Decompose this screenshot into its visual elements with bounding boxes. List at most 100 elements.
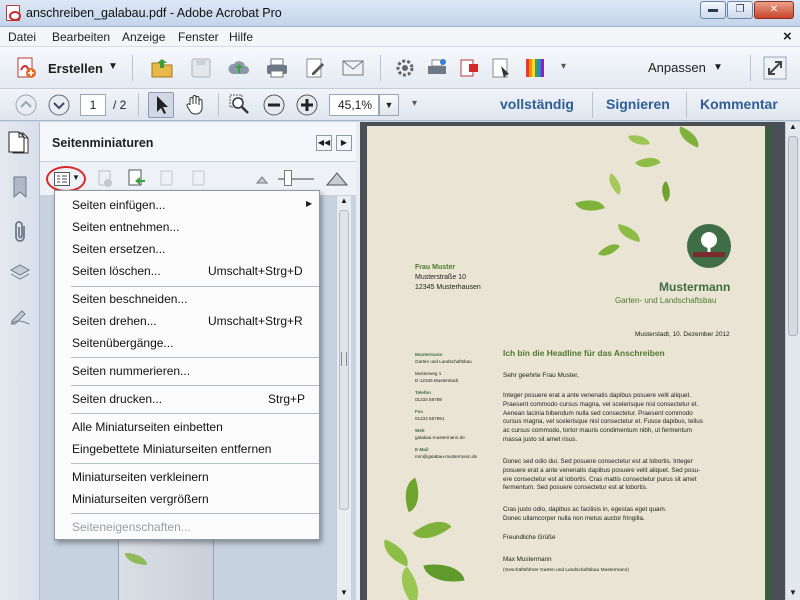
marquee-zoom-icon[interactable] (228, 93, 252, 117)
create-button[interactable]: Erstellen ▼ (12, 55, 122, 81)
chevron-down-icon[interactable]: ▼ (713, 62, 723, 73)
zoom-input[interactable]: 45,1% (329, 94, 379, 116)
rotate-right-icon[interactable] (190, 170, 208, 188)
zoom-out-icon[interactable] (262, 93, 286, 117)
menu-item-print-pages[interactable]: Seiten drucken... Strg+P (56, 388, 318, 410)
leaf-decoration (398, 477, 426, 513)
cursor-arrow-icon (157, 96, 168, 114)
save-icon[interactable] (189, 56, 213, 80)
hand-tool-icon[interactable] (183, 93, 207, 117)
tel-label: Telefon (415, 390, 431, 395)
menu-item-rotate-pages[interactable]: Seiten drehen... Umschalt+Strg+R (56, 310, 318, 332)
delete-pages-icon[interactable] (96, 170, 114, 188)
print-icon[interactable] (265, 56, 289, 80)
redact-icon[interactable] (489, 56, 513, 80)
zoom-in-icon[interactable] (295, 93, 319, 117)
signatures-icon[interactable] (9, 304, 31, 326)
menu-item-embed-thumbnails[interactable]: Alle Miniaturseiten einbetten (56, 416, 318, 438)
comment-pane-link[interactable]: Kommentar (700, 96, 778, 112)
customize-button[interactable]: Anpassen (648, 60, 706, 75)
menu-item-extract-pages[interactable]: Seiten entnehmen... (56, 216, 318, 238)
menu-bearbeiten[interactable]: Bearbeiten (52, 30, 110, 44)
fax-label: Fax (415, 409, 423, 414)
navigation-strip (0, 122, 40, 600)
leaf-decoration (378, 539, 414, 567)
date-line: Musterstadt, 10. Dezember 2012 (635, 331, 730, 338)
slider-handle[interactable] (284, 170, 292, 186)
full-mode-link[interactable]: vollständig (500, 96, 574, 112)
zoom-dropdown-button[interactable]: ▼ (379, 94, 399, 116)
previous-page-icon[interactable] (14, 93, 38, 117)
menu-hilfe[interactable]: Hilfe (229, 30, 253, 44)
toolbar-overflow-icon[interactable]: ▾ (412, 98, 417, 109)
menu-item-number-pages[interactable]: Seiten nummerieren... (56, 360, 318, 382)
collapse-panel-button[interactable]: ◀◀ (316, 135, 332, 151)
chevron-right-icon: ▶ (340, 138, 348, 147)
menu-fenster[interactable]: Fenster (178, 30, 219, 44)
navigation-toolbar: 1 / 2 45,1% ▼ ▾ (0, 89, 800, 121)
gear-icon[interactable] (393, 56, 417, 80)
menu-item-insert-pages[interactable]: Seiten einfügen... ▶ (56, 194, 318, 216)
fullscreen-icon[interactable] (763, 56, 787, 80)
insert-pages-icon[interactable] (126, 169, 146, 189)
scroll-up-icon[interactable]: ▲ (789, 122, 797, 131)
toolbar-separator (132, 55, 133, 81)
paragraph-2: Donec sed odio dui. Sed posuere consecte… (503, 458, 701, 492)
menu-item-crop-pages[interactable]: Seiten beschneiden... (56, 288, 318, 310)
menu-item-page-transitions[interactable]: Seitenübergänge... (56, 332, 318, 354)
color-swatch-icon[interactable] (523, 56, 547, 80)
menu-item-reduce-thumbnails[interactable]: Miniaturseiten verkleinern (56, 466, 318, 488)
edit-document-icon[interactable] (303, 56, 327, 80)
menu-separator (71, 385, 319, 386)
select-tool-button[interactable] (148, 92, 174, 118)
menu-item-enlarge-thumbnails[interactable]: Miniaturseiten vergrößern (56, 488, 318, 510)
restore-button[interactable]: ❐ (727, 1, 753, 19)
paragraph-1: Integer posuere erat a ante venenatis da… (503, 392, 703, 443)
scroll-up-icon[interactable]: ▲ (340, 196, 348, 205)
thumbnails-panel-header: Seitenminiaturen ◀◀ ▶ (8, 122, 356, 162)
scroll-down-icon[interactable]: ▼ (789, 588, 797, 597)
options-menu-button[interactable]: ▼ (46, 166, 86, 192)
zoom-in-thumbnails-icon[interactable] (326, 170, 348, 186)
page-thumbnails-icon[interactable] (6, 131, 26, 153)
menu-item-remove-embedded-thumbnails[interactable]: Eingebettete Miniaturseiten entfernen (56, 438, 318, 460)
leaf-decoration (575, 194, 605, 217)
scrollbar-thumb[interactable] (788, 136, 798, 336)
thumbnails-scrollbar[interactable]: ▲ ▼ (336, 196, 351, 600)
export-pdf-icon[interactable] (457, 56, 481, 80)
menu-item-delete-pages[interactable]: Seiten löschen... Umschalt+Strg+D (56, 260, 318, 282)
leaf-decoration (656, 180, 676, 203)
tel-value: 01234 56789 (415, 397, 442, 402)
print-production-icon[interactable] (425, 56, 449, 80)
panel-options-button[interactable]: ▶ (336, 135, 352, 151)
layers-icon[interactable] (9, 262, 31, 284)
document-page: Frau Muster Musterstraße 10 12345 Muster… (367, 126, 771, 600)
email-icon[interactable] (341, 56, 365, 80)
menu-item-replace-pages[interactable]: Seiten ersetzen... (56, 238, 318, 260)
web-value: galabau-mustermann.de (415, 435, 465, 440)
toolbar-overflow-icon[interactable]: ▾ (561, 61, 566, 72)
double-chevron-left-icon: ◀◀ (317, 138, 331, 147)
cloud-upload-icon[interactable] (227, 56, 251, 80)
pane-splitter-grip[interactable] (341, 352, 347, 366)
close-document-button[interactable]: × (783, 28, 792, 45)
sign-pane-link[interactable]: Signieren (606, 96, 670, 112)
document-scrollbar[interactable]: ▲ ▼ (785, 122, 800, 600)
close-window-button[interactable]: ✕ (754, 1, 794, 19)
menu-datei[interactable]: Datei (8, 30, 36, 44)
scroll-down-icon[interactable]: ▼ (340, 588, 348, 597)
create-pdf-icon (17, 57, 36, 78)
next-page-icon[interactable] (47, 93, 71, 117)
attachment-icon[interactable] (10, 220, 30, 244)
page-number-input[interactable]: 1 (80, 94, 106, 116)
page-options-menu: Seiten einfügen... ▶ Seiten entnehmen... … (54, 190, 320, 540)
rotate-left-icon[interactable] (158, 170, 176, 188)
recipient-name: Frau Muster (415, 264, 456, 271)
zoom-out-thumbnails-icon[interactable] (256, 174, 268, 184)
open-folder-icon[interactable] (150, 56, 174, 80)
menu-anzeige[interactable]: Anzeige (122, 30, 165, 44)
bookmark-icon[interactable] (12, 176, 28, 198)
menu-separator (71, 513, 319, 514)
chevron-down-icon: ▼ (72, 173, 80, 182)
minimize-button[interactable]: ▬ (700, 1, 726, 19)
